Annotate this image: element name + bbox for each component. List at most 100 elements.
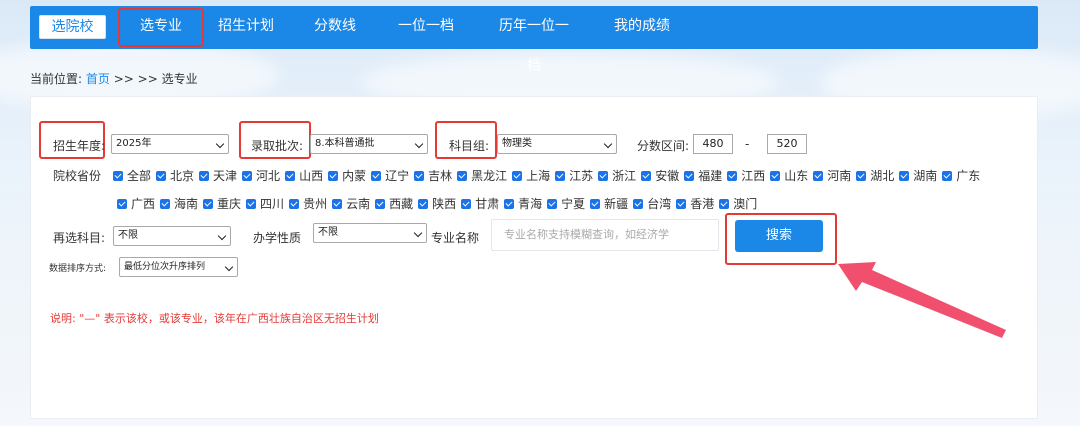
subject-group-label: 科目组:: [449, 139, 490, 153]
province-option[interactable]: 辽宁: [371, 167, 409, 184]
checkbox-checked-icon[interactable]: [199, 170, 210, 181]
checkbox-checked-icon[interactable]: [461, 198, 472, 209]
checkbox-checked-icon[interactable]: [203, 198, 214, 209]
school-nature-select-value: 不限: [318, 227, 338, 238]
year-select[interactable]: 2025年: [111, 134, 229, 154]
province-option-label: 天津: [213, 169, 238, 183]
batch-select[interactable]: 8.本科普通批: [310, 134, 428, 154]
breadcrumb-home-link[interactable]: 首页: [86, 72, 110, 86]
subject-group-select[interactable]: 物理类: [497, 134, 617, 154]
province-option-label: 江苏: [569, 169, 594, 183]
nav-item-select-school[interactable]: 选院校: [39, 15, 106, 39]
province-option[interactable]: 宁夏: [547, 195, 585, 212]
province-option[interactable]: 上海: [512, 167, 550, 184]
checkbox-checked-icon[interactable]: [856, 170, 867, 181]
province-option[interactable]: 海南: [160, 195, 198, 212]
province-option[interactable]: 西藏: [375, 195, 413, 212]
checkbox-checked-icon[interactable]: [633, 198, 644, 209]
province-option[interactable]: 全部: [113, 167, 151, 184]
checkbox-checked-icon[interactable]: [899, 170, 910, 181]
score-min-input[interactable]: 480: [693, 134, 733, 154]
checkbox-checked-icon[interactable]: [590, 198, 601, 209]
province-option[interactable]: 黑龙江: [457, 167, 507, 184]
province-option[interactable]: 湖北: [856, 167, 894, 184]
checkbox-checked-icon[interactable]: [332, 198, 343, 209]
province-option-label: 河南: [827, 169, 852, 183]
province-option[interactable]: 台湾: [633, 195, 671, 212]
province-option[interactable]: 广西: [117, 195, 155, 212]
province-option[interactable]: 甘肃: [461, 195, 499, 212]
checkbox-checked-icon[interactable]: [676, 198, 687, 209]
province-option[interactable]: 青海: [504, 195, 542, 212]
checkbox-checked-icon[interactable]: [942, 170, 953, 181]
batch-select-value: 8.本科普通批: [315, 138, 375, 149]
checkbox-checked-icon[interactable]: [160, 198, 171, 209]
reselect-subject-select[interactable]: 不限: [113, 226, 231, 246]
province-option-label: 香港: [690, 197, 715, 211]
checkbox-checked-icon[interactable]: [117, 198, 127, 209]
checkbox-checked-icon[interactable]: [684, 170, 695, 181]
province-option[interactable]: 天津: [199, 167, 237, 184]
nav-item-my-scores[interactable]: 我的成绩: [612, 6, 672, 49]
checkbox-checked-icon[interactable]: [242, 170, 253, 181]
nav-item-history-rank-table[interactable]: 历年一位一档: [494, 6, 574, 74]
checkbox-checked-icon[interactable]: [457, 170, 468, 181]
province-option[interactable]: 江西: [727, 167, 765, 184]
checkbox-checked-icon[interactable]: [113, 170, 123, 181]
province-option[interactable]: 贵州: [289, 195, 327, 212]
province-option[interactable]: 浙江: [598, 167, 636, 184]
province-option[interactable]: 山西: [285, 167, 323, 184]
checkbox-checked-icon[interactable]: [813, 170, 824, 181]
sort-select[interactable]: 最低分位次升序排列: [119, 257, 238, 277]
chevron-down-icon: [217, 231, 227, 241]
checkbox-checked-icon[interactable]: [328, 170, 339, 181]
search-button[interactable]: 搜索: [735, 220, 823, 252]
checkbox-checked-icon[interactable]: [375, 198, 386, 209]
province-option[interactable]: 陕西: [418, 195, 456, 212]
province-option[interactable]: 安徽: [641, 167, 679, 184]
checkbox-checked-icon[interactable]: [719, 198, 730, 209]
province-option[interactable]: 新疆: [590, 195, 628, 212]
checkbox-checked-icon[interactable]: [156, 170, 167, 181]
checkbox-checked-icon[interactable]: [641, 170, 652, 181]
province-option[interactable]: 山东: [770, 167, 808, 184]
province-label: 院校省份: [53, 169, 102, 183]
checkbox-checked-icon[interactable]: [418, 198, 429, 209]
checkbox-checked-icon[interactable]: [285, 170, 296, 181]
checkbox-checked-icon[interactable]: [555, 170, 566, 181]
checkbox-checked-icon[interactable]: [504, 198, 515, 209]
province-option[interactable]: 吉林: [414, 167, 452, 184]
province-option[interactable]: 江苏: [555, 167, 593, 184]
province-option-label: 北京: [170, 169, 195, 183]
province-option[interactable]: 北京: [156, 167, 194, 184]
major-name-input[interactable]: 专业名称支持模糊查询，如经济学: [491, 219, 719, 251]
subject-group-select-value: 物理类: [502, 138, 532, 149]
province-option[interactable]: 香港: [676, 195, 714, 212]
checkbox-checked-icon[interactable]: [547, 198, 558, 209]
checkbox-checked-icon[interactable]: [727, 170, 738, 181]
province-option[interactable]: 重庆: [203, 195, 241, 212]
province-option[interactable]: 云南: [332, 195, 370, 212]
nav-item-enrollment-plan[interactable]: 招生计划: [216, 6, 276, 49]
checkbox-checked-icon[interactable]: [770, 170, 781, 181]
province-option[interactable]: 内蒙: [328, 167, 366, 184]
province-option[interactable]: 河南: [813, 167, 851, 184]
province-option[interactable]: 湖南: [899, 167, 937, 184]
checkbox-checked-icon[interactable]: [289, 198, 300, 209]
checkbox-checked-icon[interactable]: [414, 170, 425, 181]
province-option[interactable]: 河北: [242, 167, 280, 184]
province-option[interactable]: 广东: [942, 167, 980, 184]
score-max-input[interactable]: 520: [767, 134, 807, 154]
nav-item-score-line[interactable]: 分数线: [310, 6, 360, 49]
school-nature-select[interactable]: 不限: [313, 223, 427, 243]
province-option[interactable]: 福建: [684, 167, 722, 184]
nav-item-rank-table[interactable]: 一位一档: [396, 6, 456, 49]
checkbox-checked-icon[interactable]: [598, 170, 609, 181]
province-option[interactable]: 四川: [246, 195, 284, 212]
province-option[interactable]: 澳门: [719, 195, 757, 212]
checkbox-checked-icon[interactable]: [246, 198, 257, 209]
filter-panel: 招生年度: 2025年 录取批次: 8.本科普通批 科目组: 物理类 分数区间:…: [30, 96, 1038, 419]
checkbox-checked-icon[interactable]: [512, 170, 523, 181]
province-option-label: 全部: [127, 169, 152, 183]
checkbox-checked-icon[interactable]: [371, 170, 382, 181]
